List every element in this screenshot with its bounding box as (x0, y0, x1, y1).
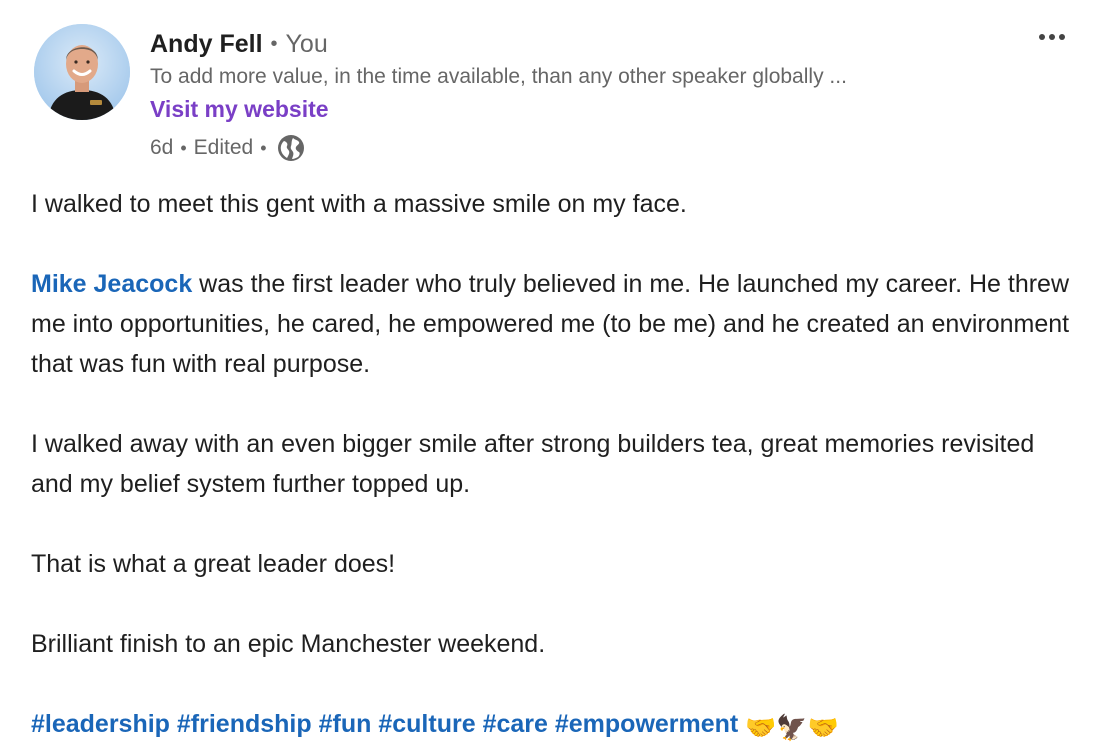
hashtag-link[interactable]: #care (483, 710, 548, 738)
separator-dot: • (260, 138, 267, 158)
avatar-photo (34, 24, 130, 120)
post-time[interactable]: 6d (150, 132, 173, 164)
post-meta: 6d • Edited • (150, 132, 1030, 164)
globe-icon (276, 133, 306, 163)
ellipsis-icon (1039, 34, 1065, 40)
author-name-line: Andy Fell • You (150, 26, 1030, 62)
separator-dot: • (270, 33, 278, 55)
post-paragraph: I walked to meet this gent with a massiv… (31, 190, 687, 218)
hashtag-link[interactable]: #leadership (31, 710, 170, 738)
author-name[interactable]: Andy Fell (150, 30, 263, 58)
author-avatar[interactable] (34, 24, 130, 120)
connection-degree: You (285, 30, 328, 58)
separator-dot: • (180, 138, 187, 158)
edited-label: Edited (193, 136, 254, 159)
hashtag-link[interactable]: #culture (378, 710, 475, 738)
post-paragraph: That is what a great leader does! (31, 550, 396, 578)
post-paragraph: Brilliant finish to an epic Manchester w… (31, 630, 546, 658)
eagle-emoji: 🦅 (776, 713, 808, 742)
feed-post: Andy Fell • You To add more value, in the … (0, 0, 1100, 754)
post-options-button[interactable] (1030, 22, 1074, 52)
hashtag-line: #leadership #friendship #fun #culture #c… (31, 704, 1071, 748)
author-headline: To add more value, in the time available… (150, 65, 847, 88)
hashtag-link[interactable]: #friendship (177, 710, 312, 738)
post-paragraph: I walked away with an even bigger smile … (31, 430, 1035, 498)
post-header: Andy Fell • You To add more value, in the … (150, 26, 1030, 164)
hashtag-link[interactable]: #empowerment (555, 710, 738, 738)
handshake-emoji: 🤝 (807, 713, 839, 742)
visit-website-link[interactable]: Visit my website (150, 92, 329, 126)
hashtag-link[interactable]: #fun (319, 710, 372, 738)
mention-link[interactable]: Mike Jeacock (31, 270, 192, 298)
post-body: I walked to meet this gent with a massiv… (31, 184, 1071, 748)
post-paragraph: Mike Jeacock was the first leader who tr… (31, 264, 1071, 384)
handshake-emoji: 🤝 (745, 713, 777, 742)
